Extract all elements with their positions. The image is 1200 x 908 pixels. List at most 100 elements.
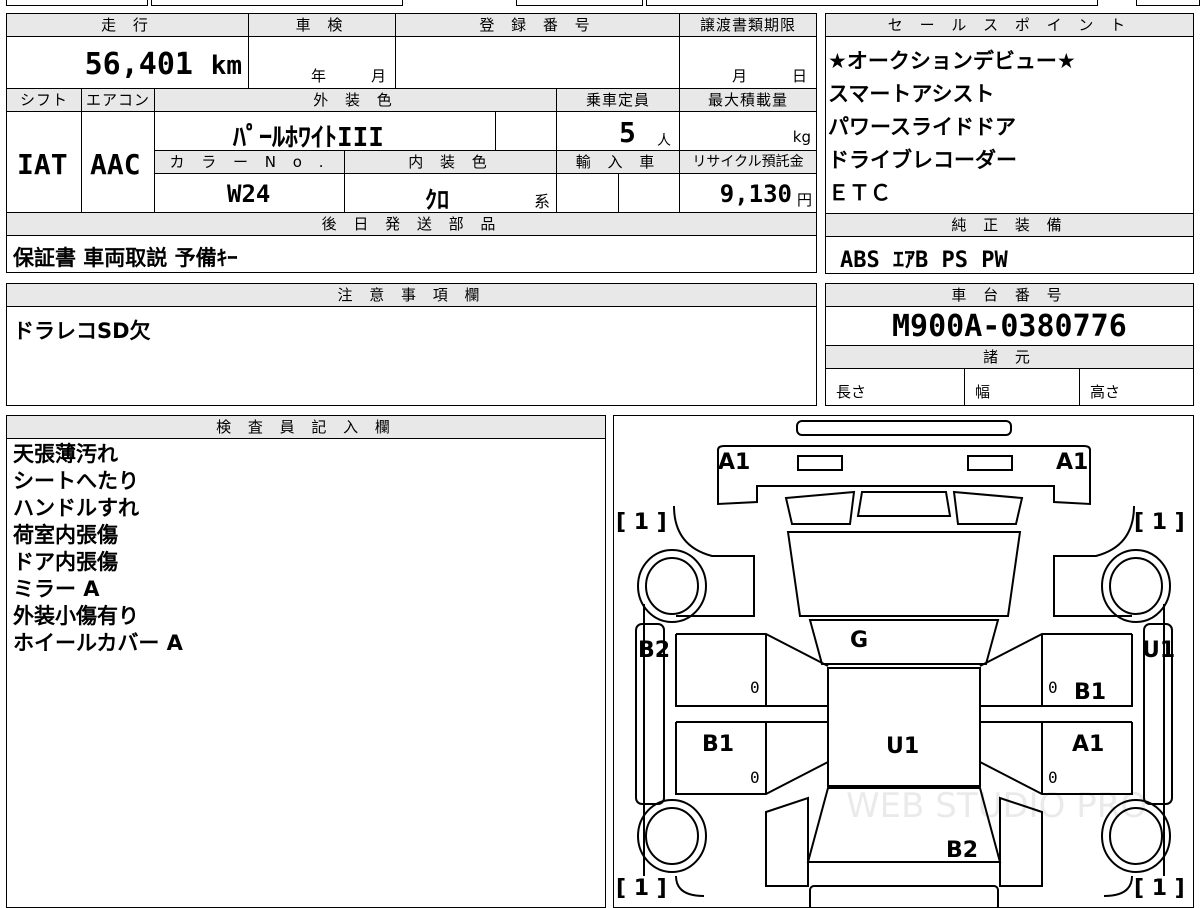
- damage-label-u1-right: U1: [1142, 638, 1176, 663]
- spec-length-label: 長さ: [836, 383, 867, 401]
- zero-mark: 0: [1048, 678, 1058, 697]
- wheel-label-top-right: [ 1 ]: [1134, 510, 1185, 535]
- capacity-header: 乗車定員: [556, 88, 680, 112]
- sales-points-header: セ ー ル ス ポ イ ン ト: [825, 13, 1194, 37]
- aircon-value: AAC: [90, 148, 141, 181]
- sales-points-list: ★オークションデビュー★ スマートアシスト パワースライドドア ドライブレコーダ…: [825, 36, 1194, 214]
- car-damage-diagram: WEB STUDIO PRO A1 A1 [ 1 ] [ 1 ] G B2 U1…: [613, 415, 1194, 908]
- mileage-cell: 56,401 km: [6, 36, 249, 89]
- genuine-equipment-value: ABS ｴｱB PS PW: [840, 248, 1008, 273]
- aircon-header: エアコン: [81, 88, 155, 112]
- shift-cell: IAT: [6, 111, 82, 213]
- sales-point-item: スマートアシスト: [828, 82, 995, 106]
- damage-label-a1-right-rear: A1: [1072, 732, 1105, 757]
- color-no-value: W24: [227, 180, 271, 208]
- inspector-note-item: ハンドルすれ: [13, 496, 139, 520]
- import-cell-b: [618, 173, 680, 213]
- exterior-color-value: ﾊﾟｰﾙﾎﾜｲﾄIII: [233, 123, 384, 153]
- damage-label-a1-left: A1: [718, 450, 751, 475]
- later-parts-cell: 保証書 車両取説 予備ｷｰ: [6, 235, 817, 273]
- transfer-month-label: 月: [732, 67, 748, 85]
- mileage-value: 56,401: [84, 47, 193, 82]
- max-load-header: 最大積載量: [679, 88, 817, 112]
- interior-color-suffix: 系: [533, 192, 550, 211]
- genuine-equipment-header: 純 正 装 備: [825, 213, 1194, 237]
- spec-height-label: 高さ: [1090, 383, 1121, 401]
- watermark: WEB STUDIO PRO: [846, 786, 1148, 826]
- sales-point-item: ＥＴＣ: [828, 181, 891, 205]
- chassis-number-value: M900A-0380776: [892, 309, 1127, 344]
- import-header: 輸 入 車: [556, 150, 680, 174]
- chassis-number-cell: M900A-0380776: [825, 306, 1194, 346]
- notes-cell: ドラレコSD欠: [6, 306, 817, 406]
- inspector-note-item: ドア内張傷: [13, 550, 118, 574]
- exterior-color-cell: ﾊﾟｰﾙﾎﾜｲﾄIII: [154, 111, 496, 153]
- import-cell-a: [556, 173, 619, 213]
- shift-value: IAT: [17, 148, 68, 181]
- shaken-month-label: 月: [371, 67, 387, 85]
- max-load-unit: kg: [792, 128, 811, 146]
- zero-mark: 0: [1048, 768, 1058, 787]
- inspector-notes-cell: 天張薄汚れ シートへたり ハンドルすれ 荷室内張傷 ドア内張傷 ミラー A 外装…: [6, 438, 606, 908]
- damage-label-g-hood: G: [850, 628, 869, 653]
- zero-mark: 0: [750, 768, 760, 787]
- spec-height-cell: 高さ: [1079, 368, 1194, 406]
- registration-cell: [395, 36, 680, 89]
- recycle-fee-unit: 円: [796, 191, 812, 209]
- recycle-fee-cell: 9,130 円: [679, 173, 817, 213]
- capacity-cell: 5 人: [556, 111, 680, 151]
- recycle-fee-value: 9,130: [719, 180, 792, 208]
- wheel-label-bottom-left: [ 1 ]: [616, 876, 667, 901]
- notes-value: ドラレコSD欠: [13, 319, 151, 343]
- top-strip: [6, 0, 1200, 6]
- shift-header: シフト: [6, 88, 82, 112]
- exterior-color-extra-cell: [495, 111, 557, 151]
- damage-label-b2-left: B2: [638, 638, 671, 663]
- wheel-label-top-left: [ 1 ]: [616, 510, 667, 535]
- inspector-note-item: ミラー A: [13, 577, 100, 601]
- inspector-note-item: 天張薄汚れ: [13, 442, 118, 466]
- spec-width-cell: 幅: [964, 368, 1080, 406]
- aircon-cell: AAC: [81, 111, 155, 213]
- inspector-note-item: 荷室内張傷: [13, 523, 118, 547]
- exterior-color-header: 外 装 色: [154, 88, 557, 112]
- capacity-unit: 人: [657, 133, 671, 149]
- interior-color-header: 内 装 色: [344, 150, 557, 174]
- damage-label-u1-roof: U1: [886, 734, 920, 759]
- damage-label-a1-right: A1: [1056, 450, 1089, 475]
- inspector-note-item: 外装小傷有り: [13, 604, 139, 628]
- inspector-note-item: ホイールカバー A: [13, 631, 183, 655]
- chassis-number-header: 車 台 番 号: [825, 283, 1194, 307]
- damage-label-b2-rear: B2: [946, 838, 979, 863]
- shaken-cell: 年 月: [248, 36, 396, 89]
- later-parts-header: 後 日 発 送 部 品: [6, 212, 817, 236]
- spec-length-cell: 長さ: [825, 368, 965, 406]
- mileage-unit: km: [210, 51, 242, 81]
- sales-point-item: ドライブレコーダー: [828, 148, 1017, 172]
- spec-width-label: 幅: [975, 383, 991, 401]
- transfer-day-label: 日: [792, 67, 808, 85]
- color-no-header: カ ラ ー N o .: [154, 150, 345, 174]
- damage-label-b1-right-front: B1: [1074, 680, 1107, 705]
- interior-color-value: ｸﾛ: [425, 186, 449, 214]
- zero-mark: 0: [750, 678, 760, 697]
- max-load-cell: kg: [679, 111, 817, 151]
- color-no-cell: W24: [154, 173, 345, 213]
- notes-header: 注 意 事 項 欄: [6, 283, 817, 307]
- sales-point-item: ★オークションデビュー★: [828, 49, 1076, 73]
- inspector-note-item: シートへたり: [13, 469, 139, 493]
- sales-point-item: パワースライドドア: [828, 115, 1016, 139]
- genuine-equipment-cell: ABS ｴｱB PS PW: [825, 236, 1194, 274]
- recycle-fee-header: リサイクル預託金: [679, 150, 817, 174]
- damage-label-b1-left-rear: B1: [702, 732, 735, 757]
- transfer-deadline-header: 譲渡書類期限: [679, 13, 817, 37]
- interior-color-cell: ｸﾛ 系: [344, 173, 557, 214]
- inspector-header: 検 査 員 記 入 欄: [6, 415, 606, 439]
- mileage-header: 走 行: [6, 13, 249, 37]
- shaken-year-label: 年: [311, 67, 327, 85]
- registration-header: 登 録 番 号: [395, 13, 680, 37]
- transfer-deadline-cell: 月 日: [679, 36, 817, 89]
- shaken-header: 車 検: [248, 13, 396, 37]
- later-parts-value: 保証書 車両取説 予備ｷｰ: [13, 246, 238, 270]
- car-outline-drawing: [635, 420, 1173, 907]
